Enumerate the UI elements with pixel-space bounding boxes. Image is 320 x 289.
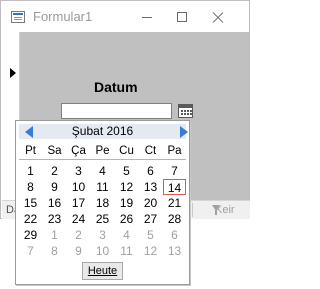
minimize-button[interactable] [137, 7, 157, 27]
day-cell[interactable]: 16 [43, 195, 66, 211]
day-cell[interactable]: 9 [43, 179, 66, 195]
day-cell[interactable]: 25 [91, 211, 114, 227]
day-cell[interactable]: 3 [91, 227, 114, 243]
close-button[interactable] [208, 7, 228, 27]
day-cell[interactable]: 6 [139, 163, 162, 179]
calendar-icon [178, 104, 193, 118]
day-cell[interactable]: 8 [43, 243, 66, 259]
month-label[interactable]: Şubat 2016 [19, 124, 186, 139]
day-cell[interactable]: 8 [19, 179, 42, 195]
day-cell[interactable]: 19 [115, 195, 138, 211]
day-cell[interactable]: 1 [19, 163, 42, 179]
today-button[interactable]: Heute [82, 262, 123, 280]
day-cell[interactable]: 14 [163, 179, 186, 195]
day-cell[interactable]: 28 [163, 211, 186, 227]
day-cell[interactable]: 7 [163, 163, 186, 179]
day-cell[interactable]: 27 [139, 211, 162, 227]
maximize-button[interactable] [172, 7, 192, 27]
day-cell[interactable]: 9 [67, 243, 90, 259]
day-cell[interactable]: 17 [67, 195, 90, 211]
day-cell[interactable]: 5 [139, 227, 162, 243]
day-cell[interactable]: 23 [43, 211, 66, 227]
day-cell[interactable]: 15 [19, 195, 42, 211]
day-cell[interactable]: 6 [163, 227, 186, 243]
day-cell[interactable]: 11 [115, 243, 138, 259]
weekday-label: Sa [47, 145, 62, 157]
weekday-label: Cu [119, 145, 134, 157]
day-cell[interactable]: 12 [115, 179, 138, 195]
day-cell[interactable]: 22 [19, 211, 42, 227]
today-button-label: Heute [87, 265, 118, 277]
weekday-label: Pa [167, 145, 182, 157]
date-field[interactable] [61, 103, 172, 119]
day-cell[interactable]: 1 [43, 227, 66, 243]
date-picker-popup: Şubat 2016 Pt Sa Ça Pe Cu Ct Pa 1 2 3 4 5 6 7 8 9 10 11 1… [15, 120, 190, 285]
day-cell[interactable]: 20 [139, 195, 162, 211]
day-cell[interactable]: 7 [19, 243, 42, 259]
divider [192, 203, 193, 217]
date-picker-button[interactable] [177, 103, 194, 119]
filter-status[interactable]: Keir [215, 204, 235, 216]
day-cell[interactable]: 5 [115, 163, 138, 179]
day-cell[interactable]: 26 [115, 211, 138, 227]
day-cell[interactable]: 11 [91, 179, 114, 195]
window-title: Formular1 [33, 9, 93, 24]
weekday-label: Ça [71, 145, 86, 157]
day-cell[interactable]: 18 [91, 195, 114, 211]
day-cell[interactable]: 4 [115, 227, 138, 243]
weekday-label: Pt [25, 145, 36, 157]
day-cell[interactable]: 21 [163, 195, 186, 211]
day-cell[interactable]: 13 [163, 243, 186, 259]
weekday-label: Pe [95, 145, 110, 157]
day-cell[interactable]: 12 [139, 243, 162, 259]
day-cell[interactable]: 29 [19, 227, 42, 243]
day-cell[interactable]: 3 [67, 163, 90, 179]
weekday-header: Pt Sa Ça Pe Cu Ct Pa [19, 143, 186, 160]
day-cell[interactable]: 4 [91, 163, 114, 179]
day-cell[interactable]: 2 [43, 163, 66, 179]
day-cell[interactable]: 2 [67, 227, 90, 243]
day-cell[interactable]: 10 [91, 243, 114, 259]
calendar-header: Şubat 2016 [19, 124, 188, 139]
form-icon [11, 11, 25, 23]
day-cell[interactable]: 24 [67, 211, 90, 227]
day-cell[interactable]: 13 [139, 179, 162, 195]
weekday-label: Ct [144, 145, 157, 157]
record-pointer-icon [10, 68, 16, 78]
title-bar[interactable]: Formular1 [1, 1, 249, 32]
next-month-icon[interactable] [180, 126, 188, 138]
datum-label: Datum [94, 79, 138, 95]
day-cell[interactable]: 10 [67, 179, 90, 195]
